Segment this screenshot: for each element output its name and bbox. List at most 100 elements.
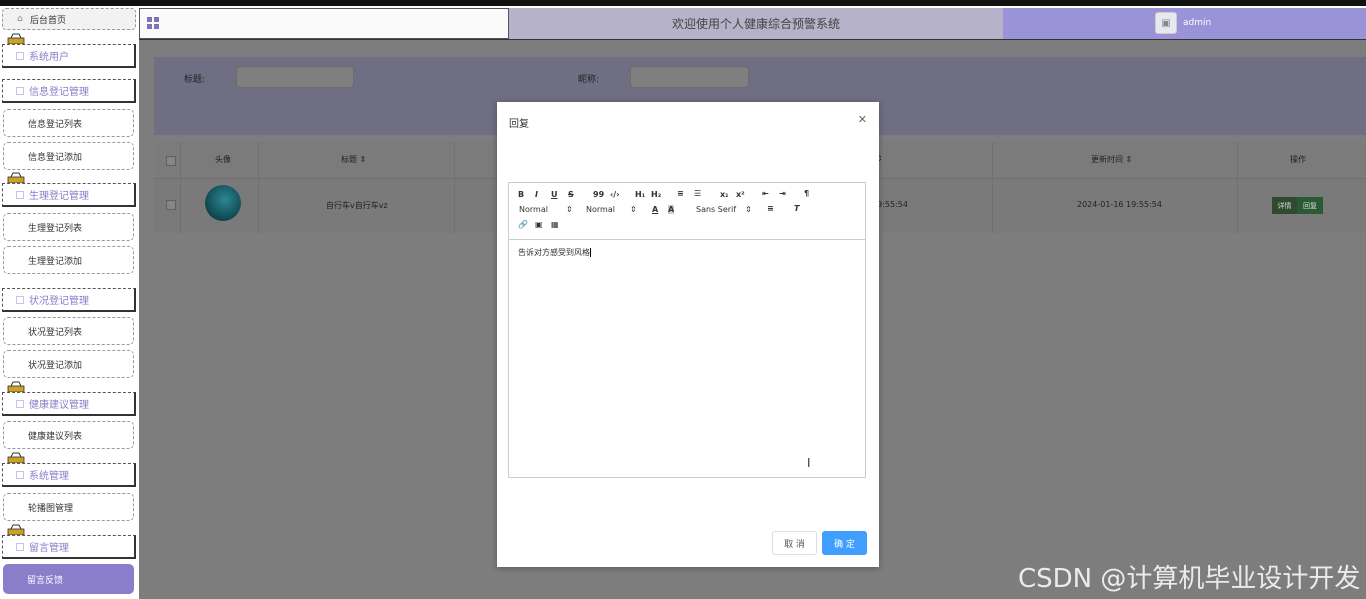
indent-icon[interactable]: ⇥: [779, 189, 786, 198]
sidebar-group-status[interactable]: 状况登记管理: [2, 288, 136, 312]
menu-toggle[interactable]: [139, 8, 509, 39]
sidebar-group-info[interactable]: 信息登记管理: [2, 79, 136, 103]
sidebar-item-physio-add[interactable]: 生理登记添加: [3, 246, 134, 274]
sidebar-item-info-list[interactable]: 信息登记列表: [3, 109, 134, 137]
sidebar-group-system[interactable]: 系统管理: [2, 463, 136, 487]
sidebar-item-feedback[interactable]: 留言反馈: [3, 564, 134, 594]
nickname-input[interactable]: [630, 66, 749, 88]
h1-button[interactable]: H₁: [635, 190, 645, 199]
col-actions: 操作: [1290, 155, 1306, 164]
nickname-label: 昵称:: [578, 75, 600, 85]
sidebar-item-label: 状况登记列表: [28, 327, 83, 338]
sidebar-group-physio[interactable]: 生理登记管理: [2, 183, 136, 207]
superscript-button[interactable]: x²: [736, 190, 745, 199]
text-color-icon[interactable]: A: [652, 205, 658, 214]
sidebar-item-status-list[interactable]: 状况登记列表: [3, 317, 134, 345]
sidebar-group-label: 系统用户: [29, 52, 69, 63]
strike-button[interactable]: S: [568, 190, 574, 199]
header-select[interactable]: Normal ⇕: [586, 205, 637, 214]
cell-title: 自行车v自行车vz: [326, 201, 388, 210]
image-icon: ▣: [1155, 12, 1177, 34]
sidebar-group-label: 信息登记管理: [29, 87, 89, 98]
clear-format-icon[interactable]: T: [794, 204, 799, 213]
sidebar-item-carousel[interactable]: 轮播图管理: [3, 493, 134, 521]
detail-button[interactable]: 详情: [1272, 197, 1297, 214]
video-icon[interactable]: ▦: [551, 220, 559, 229]
sidebar-group-label: 系统管理: [29, 471, 69, 482]
sidebar-item-label: 生理登记列表: [28, 223, 83, 234]
avatar: [205, 185, 241, 221]
folder-icon: [16, 470, 24, 479]
sidebar-item-info-add[interactable]: 信息登记添加: [3, 142, 134, 170]
sidebar-group-advice[interactable]: 健康建议管理: [2, 392, 136, 416]
image-icon[interactable]: ▣: [535, 220, 543, 229]
ordered-list-icon[interactable]: ≡: [677, 189, 684, 198]
sidebar-item-label: 状况登记添加: [28, 360, 83, 371]
size-select[interactable]: Normal ⇕: [519, 205, 573, 214]
home-icon: ⌂: [17, 13, 23, 24]
sidebar: ⌂ 后台首页 系统用户 信息登记管理 信息登记列表 信息登记添加 生理登记管理 …: [0, 6, 139, 599]
underline-button[interactable]: U: [551, 190, 558, 199]
sidebar-item-home[interactable]: ⌂ 后台首页: [2, 8, 136, 30]
sidebar-item-status-add[interactable]: 状况登记添加: [3, 350, 134, 378]
align-icon[interactable]: ≡: [767, 204, 774, 213]
h2-button[interactable]: H₂: [651, 190, 661, 199]
rtl-icon[interactable]: ¶: [804, 189, 809, 198]
sidebar-group-label: 留言管理: [29, 543, 69, 554]
rich-text-editor: B I U S 99 ‹/› H₁ H₂ ≡ ☰ x₁ x² ⇤ ⇥ ¶ Nor…: [508, 182, 866, 478]
bold-button[interactable]: B: [518, 190, 524, 199]
sidebar-item-advice-list[interactable]: 健康建议列表: [3, 421, 134, 449]
header-value: Normal: [586, 205, 615, 214]
dialog-title: 回复: [509, 119, 529, 130]
link-icon[interactable]: 🔗: [518, 220, 528, 229]
size-value: Normal: [519, 205, 548, 214]
folder-icon: [16, 86, 24, 95]
code-button[interactable]: ‹/›: [610, 190, 620, 199]
header: 欢迎使用个人健康综合预警系统 ▣ admin: [139, 8, 1366, 40]
editor-content[interactable]: 告诉对方感受到风格: [518, 247, 591, 258]
cancel-button[interactable]: 取 消: [772, 531, 817, 555]
sidebar-group-label: 生理登记管理: [29, 191, 89, 202]
sidebar-item-label: 留言反馈: [27, 575, 64, 586]
top-bar: [0, 0, 1366, 6]
chevron-icon: ⇕: [745, 205, 752, 214]
folder-icon: [16, 542, 24, 551]
text-caret: [590, 248, 591, 257]
close-icon[interactable]: ✕: [858, 113, 867, 126]
title-input[interactable]: [236, 66, 354, 88]
sidebar-group-label: 健康建议管理: [29, 400, 89, 411]
italic-button[interactable]: I: [535, 190, 538, 199]
sidebar-group-message[interactable]: 留言管理: [2, 535, 136, 559]
reply-dialog: 回复 ✕ B I U S 99 ‹/› H₁ H₂ ≡ ☰ x₁ x² ⇤ ⇥ …: [497, 102, 879, 567]
col-title[interactable]: 标题 ⇕: [341, 154, 366, 165]
col-avatar: 头像: [215, 155, 231, 164]
sidebar-item-label: 生理登记添加: [28, 256, 83, 267]
col-title-label: 标题: [341, 155, 357, 164]
confirm-button[interactable]: 确 定: [822, 531, 867, 555]
ibeam-cursor-icon: Ι: [807, 456, 811, 470]
reply-button[interactable]: 回复: [1297, 197, 1323, 214]
col-updated-label: 更新时间: [1091, 155, 1123, 164]
folder-icon: [16, 295, 24, 304]
sidebar-item-label: 健康建议列表: [28, 431, 83, 442]
outdent-icon[interactable]: ⇤: [762, 189, 769, 198]
user-area[interactable]: ▣ admin: [1003, 8, 1366, 39]
sidebar-group-users[interactable]: 系统用户: [2, 44, 136, 68]
background-color-icon[interactable]: A: [668, 205, 675, 214]
editor-toolbar: B I U S 99 ‹/› H₁ H₂ ≡ ☰ x₁ x² ⇤ ⇥ ¶ Nor…: [509, 183, 865, 240]
sort-icon: ⇕: [359, 155, 367, 164]
folder-icon: [16, 190, 24, 199]
sidebar-item-physio-list[interactable]: 生理登记列表: [3, 213, 134, 241]
bullet-list-icon[interactable]: ☰: [694, 189, 701, 198]
cell-updated: 2024-01-16 19:55:54: [1077, 200, 1162, 209]
row-checkbox[interactable]: [166, 200, 176, 210]
select-all-checkbox[interactable]: [166, 156, 176, 166]
title-label: 标题:: [184, 75, 206, 85]
sidebar-item-label: 后台首页: [30, 15, 67, 26]
col-updated[interactable]: 更新时间 ⇕: [1091, 154, 1132, 165]
blockquote-button[interactable]: 99: [593, 190, 604, 199]
subscript-button[interactable]: x₁: [720, 190, 729, 199]
folder-icon: [16, 399, 24, 408]
font-select[interactable]: Sans Serif ⇕: [696, 205, 752, 214]
grid-icon[interactable]: [147, 17, 160, 30]
